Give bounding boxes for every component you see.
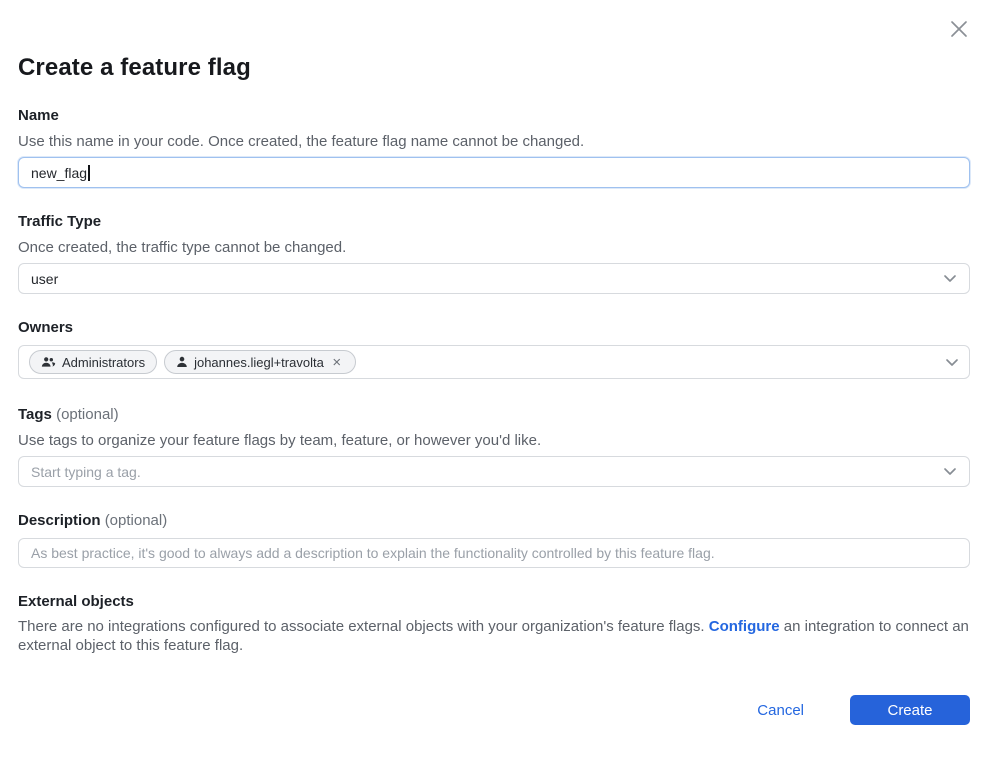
cancel-button[interactable]: Cancel	[757, 702, 804, 719]
dialog-footer: Cancel Create	[18, 695, 970, 762]
page-title: Create a feature flag	[18, 0, 970, 82]
traffic-type-select[interactable]: user	[18, 263, 970, 294]
field-description: Description (optional)	[18, 512, 970, 568]
description-optional-text: (optional)	[105, 512, 168, 529]
owner-chip-user[interactable]: johannes.liegl+travolta ×	[164, 350, 356, 374]
description-input[interactable]	[31, 539, 957, 567]
create-feature-flag-dialog: Create a feature flag Name Use this name…	[0, 0, 988, 763]
tags-label: Tags (optional)	[18, 406, 970, 424]
close-icon	[948, 18, 970, 40]
chevron-down-icon	[943, 274, 957, 283]
owners-select[interactable]: Administrators johannes.liegl+travolta ×	[18, 345, 970, 379]
chevron-down-icon	[945, 358, 959, 367]
description-input-wrap	[18, 538, 970, 568]
field-name: Name Use this name in your code. Once cr…	[18, 107, 970, 188]
remove-owner-icon[interactable]: ×	[330, 355, 344, 369]
description-label: Description (optional)	[18, 512, 970, 530]
owner-chip-label: johannes.liegl+travolta	[194, 355, 324, 370]
tags-optional-text: (optional)	[56, 406, 119, 423]
field-owners: Owners Administrators	[18, 319, 970, 379]
owners-label: Owners	[18, 319, 970, 337]
description-label-text: Description	[18, 512, 101, 529]
external-objects-text-before: There are no integrations configured to …	[18, 618, 709, 635]
person-icon	[176, 356, 188, 368]
external-objects-label: External objects	[18, 593, 970, 611]
group-icon	[41, 356, 56, 368]
tags-label-text: Tags	[18, 406, 52, 423]
chevron-down-icon	[943, 467, 957, 476]
tags-input[interactable]	[31, 457, 943, 486]
name-input-value: new_flag	[31, 165, 87, 181]
name-input[interactable]: new_flag	[18, 157, 970, 188]
close-button[interactable]	[946, 16, 972, 42]
name-help-text: Use this name in your code. Once created…	[18, 132, 970, 151]
owners-chips: Administrators johannes.liegl+travolta ×	[29, 350, 945, 374]
traffic-type-value: user	[31, 271, 58, 287]
owner-chip-label: Administrators	[62, 355, 145, 370]
tags-help-text: Use tags to organize your feature flags …	[18, 431, 970, 450]
name-label: Name	[18, 107, 970, 125]
configure-link[interactable]: Configure	[709, 618, 780, 635]
tags-input-wrap	[18, 456, 970, 487]
external-objects-text: There are no integrations configured to …	[18, 618, 970, 655]
text-caret	[88, 165, 90, 181]
field-traffic-type: Traffic Type Once created, the traffic t…	[18, 213, 970, 294]
traffic-type-help-text: Once created, the traffic type cannot be…	[18, 238, 970, 257]
owner-chip-administrators[interactable]: Administrators	[29, 350, 157, 374]
field-tags: Tags (optional) Use tags to organize you…	[18, 406, 970, 487]
field-external-objects: External objects There are no integratio…	[18, 593, 970, 655]
traffic-type-label: Traffic Type	[18, 213, 970, 231]
create-button[interactable]: Create	[850, 695, 970, 725]
